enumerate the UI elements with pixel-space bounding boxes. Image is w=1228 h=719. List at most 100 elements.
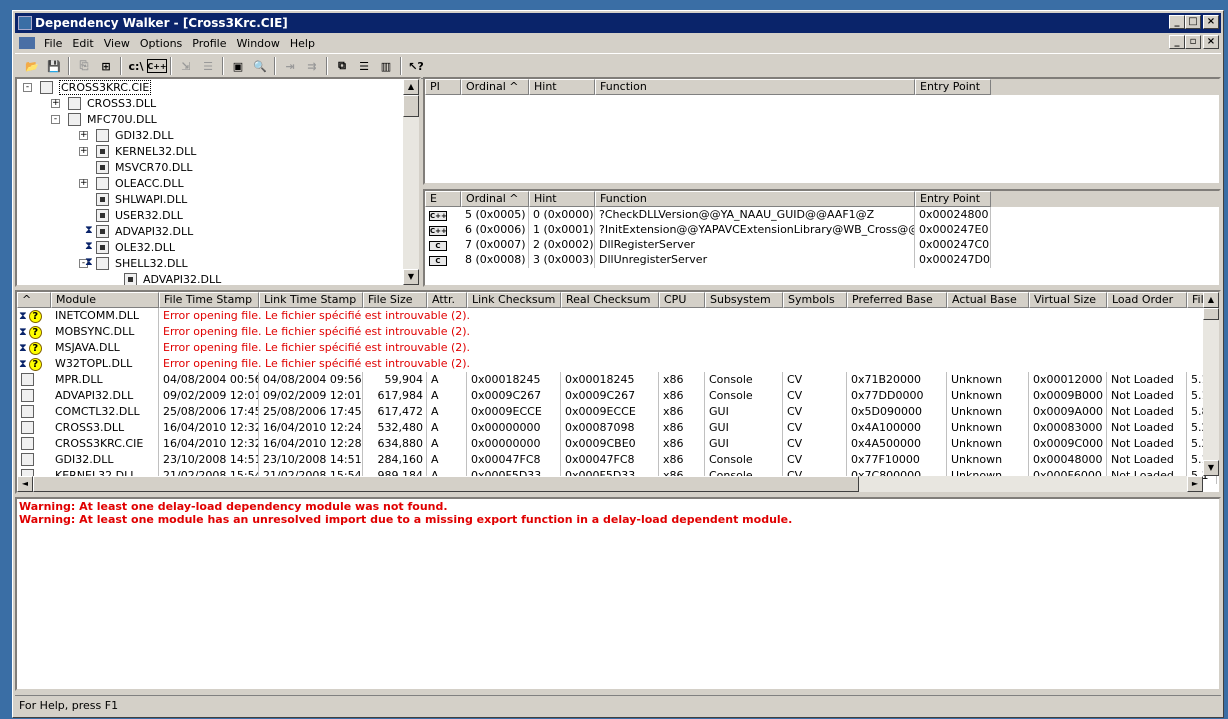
column-header[interactable]: E (425, 191, 461, 207)
scroll-up-button[interactable]: ▲ (403, 79, 419, 95)
mdi-restore-button[interactable]: ▫ (1185, 35, 1201, 49)
column-header[interactable]: Link Checksum (467, 292, 561, 308)
scroll-thumb[interactable] (403, 95, 419, 117)
system-info-icon[interactable]: ▣ (227, 56, 249, 76)
column-header[interactable]: Function (595, 79, 915, 95)
column-header[interactable]: Ordinal ^ (461, 191, 529, 207)
tree-item[interactable]: - CROSS3KRC.CIE (23, 79, 152, 95)
close-button[interactable]: × (1203, 15, 1219, 29)
tree-item[interactable]: USER32.DLL (79, 207, 183, 223)
context-help-icon[interactable]: ↖? (405, 56, 427, 76)
tree-item[interactable]: + OLEACC.DLL (79, 175, 184, 191)
menu-edit[interactable]: Edit (67, 37, 98, 50)
column-header[interactable]: Hint (529, 79, 595, 95)
tree-scrollbar[interactable]: ▲ ▼ (403, 79, 419, 285)
copy-icon[interactable]: ⎘ (73, 56, 95, 76)
undecorate-cpp-icon[interactable]: C++ (147, 59, 167, 73)
column-header[interactable]: CPU (659, 292, 705, 308)
menu-file[interactable]: File (39, 37, 67, 50)
modules-hscrollbar[interactable]: ◄ ► (17, 476, 1203, 492)
column-header[interactable]: PI (425, 79, 461, 95)
cascade-icon[interactable]: ⧉ (331, 56, 353, 76)
highlight-next-icon[interactable]: ⇉ (301, 56, 323, 76)
column-header[interactable]: Actual Base (947, 292, 1029, 308)
collapse-icon[interactable]: - (23, 82, 32, 92)
autoexpand-icon[interactable]: ⇲ (175, 56, 197, 76)
scroll-left-button[interactable]: ◄ (17, 476, 33, 492)
scroll-down-button[interactable]: ▼ (1203, 460, 1219, 476)
module-list-panel[interactable]: ^ Module File Time Stamp Link Time Stamp Fil… (15, 290, 1221, 494)
minimize-button[interactable]: _ (1169, 15, 1185, 29)
module-tree-panel[interactable]: - CROSS3KRC.CIE + CROSS3.DLL - MFC70U.DLL + GDI… (15, 77, 421, 287)
exports-panel[interactable]: E Ordinal ^ Hint Function Entry Point C++ 5 (… (423, 189, 1221, 287)
restore-button[interactable]: □ (1185, 15, 1201, 29)
app-icon[interactable] (18, 16, 32, 30)
module-row[interactable]: GDI32.DLL 23/10/2008 14:51 23/10/2008 14:5… (17, 452, 1217, 468)
full-paths-icon[interactable]: c:\ (125, 56, 147, 76)
expand-icon[interactable]: + (79, 146, 88, 156)
tree-icon[interactable]: ⊞ (95, 56, 117, 76)
scroll-right-button[interactable]: ► (1187, 476, 1203, 492)
expand-icon[interactable]: + (51, 98, 60, 108)
column-header[interactable]: Function (595, 191, 915, 207)
mdi-minimize-button[interactable]: _ (1169, 35, 1185, 49)
module-row[interactable]: ⧗? MOBSYNC.DLL Error opening file. Le fich… (17, 324, 759, 340)
tree-item[interactable]: -SHELL32.DLL (79, 255, 188, 271)
export-row[interactable]: C++ 6 (0x0006) 1 (0x0001) ?InitExtension@@Y… (425, 222, 991, 238)
scroll-up-button[interactable]: ▲ (1203, 292, 1219, 308)
column-header[interactable]: Preferred Base (847, 292, 947, 308)
parent-imports-panel[interactable]: PI Ordinal ^ Hint Function Entry Point (423, 77, 1221, 185)
tile-vertical-icon[interactable]: ▥ (375, 56, 397, 76)
find-icon[interactable]: 🔍 (249, 56, 271, 76)
column-header[interactable]: Module (51, 292, 159, 308)
column-header[interactable]: File Time Stamp (159, 292, 259, 308)
module-row[interactable]: CROSS3KRC.CIE 16/04/2010 12:32 16/04/2010 … (17, 436, 1217, 452)
tile-horizontal-icon[interactable]: ☰ (353, 56, 375, 76)
collapse-icon[interactable]: - (51, 114, 60, 124)
menu-profile[interactable]: Profile (187, 37, 231, 50)
column-header[interactable]: ^ (17, 292, 51, 308)
scroll-thumb[interactable] (33, 476, 859, 492)
module-row[interactable]: ⧗? W32TOPL.DLL Error opening file. Le fich… (17, 356, 759, 372)
column-header[interactable]: Real Checksum (561, 292, 659, 308)
export-row[interactable]: C 8 (0x0008) 3 (0x0003) DllUnregisterServer… (425, 252, 991, 268)
module-row[interactable]: ⧗? INETCOMM.DLL Error opening file. Le fic… (17, 308, 759, 324)
tree-item[interactable]: + KERNEL32.DLL (79, 143, 196, 159)
module-row[interactable]: COMCTL32.DLL 25/08/2006 17:45 25/08/2006 1… (17, 404, 1217, 420)
highlight-icon[interactable]: ⇥ (279, 56, 301, 76)
mdi-close-button[interactable]: × (1203, 35, 1219, 49)
menu-help[interactable]: Help (285, 37, 320, 50)
column-header[interactable]: Symbols (783, 292, 847, 308)
expand-icon[interactable]: + (79, 178, 88, 188)
open-icon[interactable]: 📂 (21, 56, 43, 76)
tree-item[interactable]: + CROSS3.DLL (51, 95, 156, 111)
tree-item[interactable]: MSVCR70.DLL (79, 159, 193, 175)
column-header[interactable]: Subsystem (705, 292, 783, 308)
tree-item[interactable]: ADVAPI32.DLL (79, 223, 193, 239)
column-header[interactable]: Load Order (1107, 292, 1187, 308)
scroll-thumb[interactable] (1203, 308, 1219, 320)
column-header[interactable]: Attr. (427, 292, 467, 308)
scroll-down-button[interactable]: ▼ (403, 269, 419, 285)
column-header[interactable]: File Size (363, 292, 427, 308)
column-header[interactable]: Ordinal ^ (461, 79, 529, 95)
module-row[interactable]: MPR.DLL 04/08/2004 00:56 04/08/2004 09:56 5… (17, 372, 1217, 388)
column-header[interactable]: Hint (529, 191, 595, 207)
module-row[interactable]: CROSS3.DLL 16/04/2010 12:32 16/04/2010 12:… (17, 420, 1217, 436)
menu-options[interactable]: Options (135, 37, 187, 50)
column-header[interactable]: Virtual Size (1029, 292, 1107, 308)
save-icon[interactable]: 💾 (43, 56, 65, 76)
tree-item[interactable]: SHLWAPI.DLL (79, 191, 187, 207)
expand-icon[interactable]: + (79, 130, 88, 140)
column-header[interactable]: Entry Point (915, 79, 991, 95)
mdi-doc-icon[interactable] (19, 37, 35, 49)
export-row[interactable]: C++ 5 (0x0005) 0 (0x0000) ?CheckDLLVersion@… (425, 207, 991, 223)
tree-item[interactable]: - MFC70U.DLL (51, 111, 157, 127)
menu-window[interactable]: Window (232, 37, 285, 50)
column-header[interactable]: Entry Point (915, 191, 991, 207)
tree-item[interactable]: ADVAPI32.DLL (107, 271, 221, 285)
menu-view[interactable]: View (99, 37, 135, 50)
title-bar[interactable]: Dependency Walker - [Cross3Krc.CIE] _ □ … (15, 13, 1221, 33)
module-row[interactable]: ADVAPI32.DLL 09/02/2009 12:01 09/02/2009 1… (17, 388, 1217, 404)
log-panel[interactable]: Warning: At least one delay-load depende… (15, 497, 1221, 691)
